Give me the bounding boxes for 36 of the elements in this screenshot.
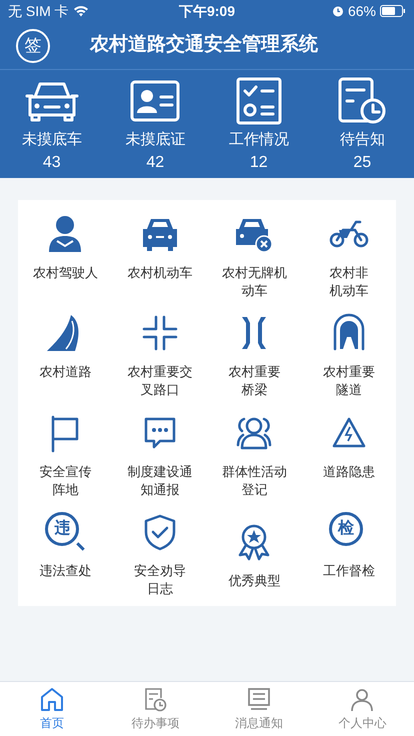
menu-label[interactable]: 农村道路 [39, 363, 92, 381]
menu-label[interactable]: 安全宣传阵地 [29, 462, 102, 498]
id-card-icon [130, 79, 180, 123]
menu-label[interactable]: 安全劝导日志 [124, 562, 196, 598]
menu-label[interactable]: 工作督检 [322, 562, 375, 580]
stat-label[interactable]: 未摸底证 [125, 129, 186, 152]
stat-count: 25 [353, 152, 372, 172]
stat-label[interactable]: 未摸底车 [22, 129, 82, 152]
wifi-icon [72, 5, 89, 17]
menu-label[interactable]: 违法查处 [39, 562, 92, 580]
tab[interactable]: 首页 [0, 682, 104, 736]
battery-text: 66% [348, 2, 376, 20]
battery-icon [380, 5, 406, 17]
carrier-text: 无 SIM 卡 [8, 2, 69, 20]
logo-icon: 签 [16, 28, 50, 62]
menu-label[interactable]: 农村重要交叉路口 [124, 363, 196, 399]
menu-label[interactable]: 道路隐患 [322, 462, 375, 480]
stat-label[interactable]: 工作情况 [228, 129, 289, 152]
checklist-icon [236, 77, 282, 125]
stat-count: 43 [42, 152, 61, 172]
app-title: 农村道路交通安全管理系统 [90, 32, 318, 58]
menu-label[interactable]: 制度建设通知通报 [124, 462, 196, 498]
clock-text: 下午9:09 [178, 2, 236, 20]
menu-label[interactable]: 农村非机动车 [312, 264, 385, 300]
menu-label[interactable]: 农村重要隧道 [312, 363, 385, 399]
menu-label[interactable]: 农村重要桥梁 [218, 363, 290, 399]
menu-label[interactable]: 农村驾驶人 [32, 264, 98, 282]
stat-label[interactable]: 待告知 [340, 129, 385, 152]
menu-label[interactable]: 农村无牌机动车 [218, 264, 290, 300]
document-clock-icon [337, 77, 388, 125]
stat-count: 12 [250, 152, 268, 172]
menu-label[interactable]: 优秀典型 [228, 572, 280, 590]
menu-label[interactable]: 农村机动车 [127, 264, 192, 282]
alarm-icon [332, 5, 344, 17]
menu-label[interactable]: 群体性活动登记 [218, 462, 290, 498]
stat-count: 42 [146, 152, 164, 172]
